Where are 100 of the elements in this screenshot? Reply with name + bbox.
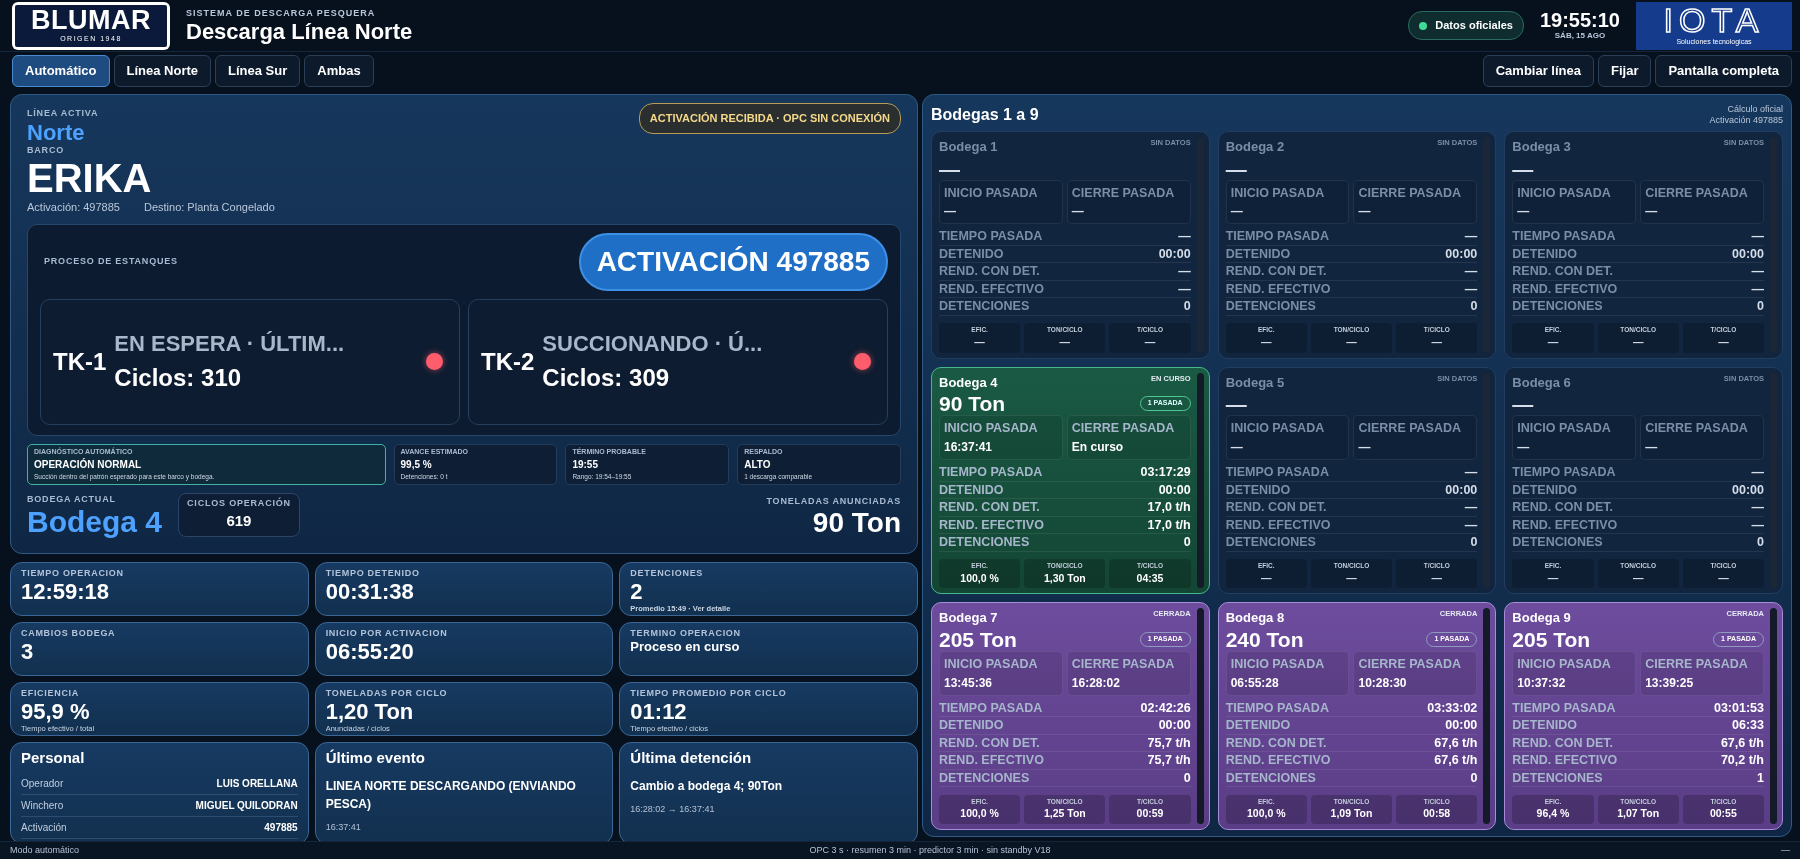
row-value: — bbox=[1464, 263, 1478, 280]
metric-value: 1,25 Ton bbox=[1042, 806, 1087, 822]
metric-value: — bbox=[1546, 334, 1560, 350]
clock-time: 19:55:10 bbox=[1539, 9, 1620, 30]
event-time: 16:28:02 → 16:37:41 bbox=[630, 803, 716, 817]
announced-tons: 90 Ton bbox=[812, 508, 901, 537]
stat-value: 3 bbox=[21, 640, 35, 664]
row-label: DETENIDO bbox=[1512, 245, 1577, 263]
row-value: 0 bbox=[1470, 298, 1478, 315]
hold-name: Bodega 2 bbox=[1225, 138, 1285, 156]
time-label: CIERRE PASADA bbox=[1645, 420, 1749, 438]
row-value: 67,6 t/h bbox=[1434, 752, 1478, 769]
row-value: 02:42:26 bbox=[1140, 699, 1191, 717]
stat-value: Proceso en curso bbox=[630, 640, 741, 654]
action-button[interactable]: Cambiar línea bbox=[1482, 55, 1594, 87]
row-label: DETENCIONES bbox=[1225, 298, 1316, 315]
tank-cycles: Ciclos: 310 bbox=[114, 363, 243, 394]
row-label: TIEMPO PASADA bbox=[939, 228, 1043, 245]
row-label: DETENIDO bbox=[1225, 717, 1291, 734]
stat-value: 01:12 bbox=[630, 700, 688, 724]
metric-value: — bbox=[1345, 334, 1358, 350]
metric-value: — bbox=[1430, 570, 1443, 586]
row-value: 00:00 bbox=[1732, 481, 1764, 498]
row-value: — bbox=[1464, 280, 1478, 298]
time-label: CIERRE PASADA bbox=[1645, 184, 1749, 202]
status-dot bbox=[1419, 21, 1428, 30]
time-label: CIERRE PASADA bbox=[1071, 184, 1176, 202]
mode-tab[interactable]: Ambas bbox=[304, 55, 374, 87]
stat-label: TONELADAS POR CICLO bbox=[325, 686, 449, 700]
row-label: REND. EFECTIVO bbox=[1512, 516, 1618, 533]
status-text: Modo automático bbox=[10, 843, 80, 857]
metric-value: 100,0 % bbox=[959, 806, 1000, 822]
time-value: — bbox=[1358, 439, 1372, 456]
row-value: 67,6 t/h bbox=[1434, 734, 1478, 752]
row-value: — bbox=[1178, 263, 1191, 280]
row-label: DETENCIONES bbox=[939, 769, 1030, 787]
action-button[interactable]: Fijar bbox=[1598, 55, 1652, 87]
row-label: DETENIDO bbox=[1512, 481, 1577, 498]
mode-tab[interactable]: Línea Sur bbox=[215, 55, 301, 87]
row-value: 75,7 t/h bbox=[1147, 734, 1191, 752]
time-label: INICIO PASADA bbox=[1517, 184, 1612, 202]
row-value: — bbox=[1464, 516, 1478, 533]
tank-cycles: Ciclos: 309 bbox=[542, 363, 671, 394]
row-label: DETENCIONES bbox=[939, 298, 1030, 315]
row-label: TIEMPO PASADA bbox=[1512, 228, 1616, 245]
row-value: — bbox=[1751, 263, 1764, 280]
time-value: — bbox=[1071, 203, 1085, 221]
card-title: Último evento bbox=[325, 747, 426, 768]
event-time: 16:37:41 bbox=[325, 821, 362, 835]
diagnostic-value: 99,5 % bbox=[400, 458, 433, 473]
metric-value: 00:58 bbox=[1422, 806, 1452, 822]
row-label: REND. EFECTIVO bbox=[1225, 752, 1331, 769]
time-value: — bbox=[1230, 439, 1244, 456]
hold-tons: 205 Ton bbox=[1512, 627, 1591, 651]
metric-value: — bbox=[1717, 334, 1730, 350]
row-value: 67,6 t/h bbox=[1720, 734, 1764, 752]
time-value: — bbox=[1517, 203, 1531, 221]
row-value: 0 bbox=[1183, 298, 1191, 315]
clock-date: SÁB, 15 AGO bbox=[1554, 29, 1606, 42]
metric-value: 00:59 bbox=[1135, 806, 1165, 822]
header-note: Activación 497885 bbox=[1709, 115, 1783, 127]
time-label: INICIO PASADA bbox=[1517, 655, 1612, 673]
stat-value: 00:31:38 bbox=[325, 580, 415, 604]
metric-value: — bbox=[1631, 334, 1645, 350]
event-text: LINEA NORTE DESCARGANDO (ENVIANDO PESCA) bbox=[325, 778, 577, 814]
mode-tab[interactable]: Automático bbox=[12, 55, 110, 87]
row-value: — bbox=[1751, 464, 1764, 481]
event-text: Cambio a bodega 4; 90Ton bbox=[630, 778, 784, 796]
row-value: — bbox=[1464, 499, 1478, 516]
time-value: 13:45:36 bbox=[944, 674, 994, 692]
row-label: DETENIDO bbox=[939, 245, 1004, 263]
logo-text: IOTA bbox=[1663, 3, 1765, 38]
current-hold: Bodega 4 bbox=[27, 506, 163, 537]
row-value: 0 bbox=[1757, 534, 1764, 551]
hold-name: Bodega 6 bbox=[1512, 373, 1571, 392]
stat-label: TIEMPO DETENIDO bbox=[325, 566, 421, 580]
row-value: 17,0 t/h bbox=[1147, 499, 1191, 516]
tank-status: SUCCIONANDO · Ú... bbox=[542, 330, 764, 359]
row-label: REND. CON DET. bbox=[1512, 499, 1614, 516]
row-label: DETENCIONES bbox=[1512, 769, 1603, 787]
card-title: Personal bbox=[21, 747, 86, 768]
time-label: INICIO PASADA bbox=[1230, 184, 1326, 202]
row-value: 497885 bbox=[264, 821, 298, 836]
row-value: 0 bbox=[1757, 298, 1764, 315]
hold-tons: 205 Ton bbox=[939, 627, 1017, 651]
row-value: — bbox=[1464, 228, 1478, 245]
action-button[interactable]: Pantalla completa bbox=[1655, 55, 1792, 87]
row-label: TIEMPO PASADA bbox=[1512, 464, 1616, 481]
hold-name: Bodega 3 bbox=[1512, 138, 1571, 156]
time-value: En curso bbox=[1071, 439, 1125, 456]
row-label: DETENIDO bbox=[1225, 481, 1291, 498]
mode-tab[interactable]: Línea Norte bbox=[113, 55, 211, 87]
row-label: REND. CON DET. bbox=[1512, 734, 1614, 752]
activation-pill: ACTIVACIÓN 497885 bbox=[578, 232, 888, 291]
time-value: — bbox=[944, 203, 957, 221]
metric-value: — bbox=[1260, 570, 1273, 586]
row-label: REND. CON DET. bbox=[939, 499, 1040, 516]
row-value: 03:17:29 bbox=[1140, 464, 1191, 481]
status-text: OPC 3 s · resumen 3 min · predictor 3 min · sin standby V18 bbox=[809, 843, 1051, 857]
metric-value: 04:35 bbox=[1135, 570, 1165, 586]
